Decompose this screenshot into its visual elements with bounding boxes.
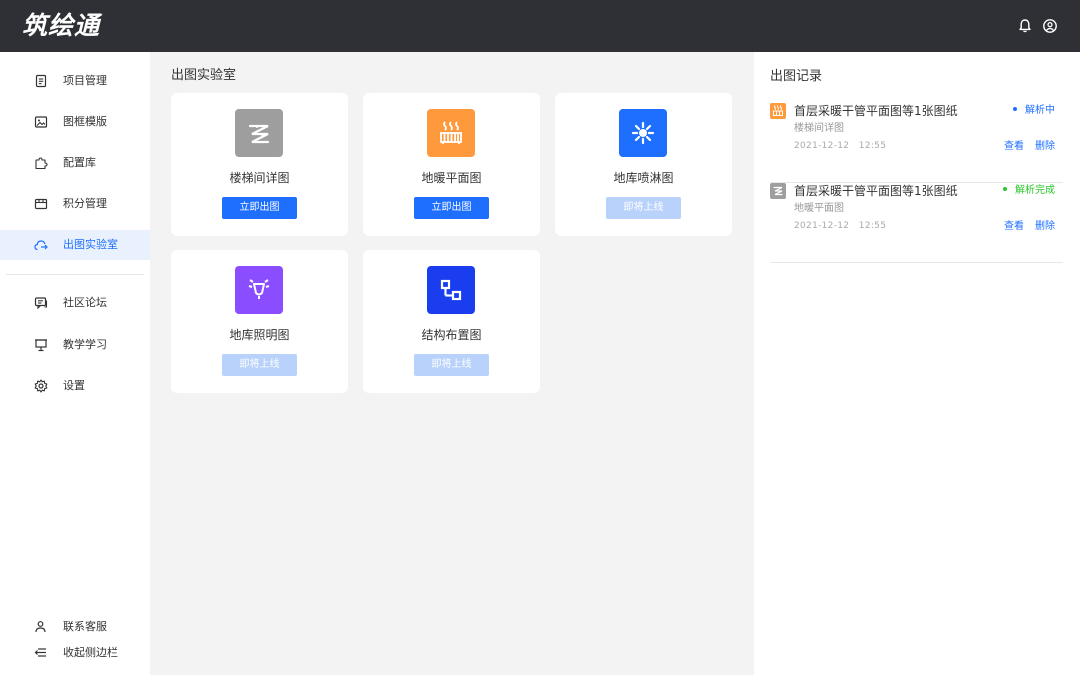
card-title: 地库喷淋图 — [613, 171, 674, 185]
person-icon — [34, 620, 47, 633]
sidebar: 项目管理 图框模版 配置库 积分管理 出图实验室 社区论坛 教学学习 设置 联系… — [0, 52, 150, 675]
sidebar-item-export-lab[interactable]: 出图实验室 — [0, 230, 150, 260]
status-dot — [1013, 107, 1017, 111]
structure-icon — [427, 266, 475, 314]
record-subtitle: 地暖平面图 — [794, 203, 844, 214]
sidebar-item-support[interactable]: 联系客服 — [0, 617, 150, 637]
document-list-icon — [34, 74, 48, 88]
frame-icon — [34, 115, 48, 129]
floor-heating-icon — [770, 103, 786, 119]
sidebar-item-learning[interactable]: 教学学习 — [0, 330, 150, 360]
stairs-icon — [235, 109, 283, 157]
sidebar-collapse-button[interactable]: 收起侧边栏 — [0, 643, 150, 663]
delete-link[interactable]: 删除 — [1035, 221, 1055, 232]
card-title: 结构布置图 — [421, 328, 482, 342]
puzzle-icon — [34, 156, 48, 170]
page-title: 出图实验室 — [171, 68, 237, 83]
collapse-icon — [34, 646, 47, 659]
sidebar-item-frame-templates[interactable]: 图框模版 — [0, 107, 150, 137]
gear-icon — [34, 379, 48, 393]
top-bar: 筑绘通 — [0, 0, 1080, 52]
view-link[interactable]: 查看 — [1004, 141, 1024, 152]
user-circle-icon[interactable] — [1042, 18, 1058, 34]
sidebar-item-forum[interactable]: 社区论坛 — [0, 288, 150, 318]
generate-button[interactable]: 立即出图 — [222, 197, 297, 219]
record-time: 12:55 — [858, 141, 887, 151]
chat-icon — [34, 296, 48, 310]
sprinkler-icon — [619, 109, 667, 157]
sidebar-item-config-library[interactable]: 配置库 — [0, 148, 150, 178]
record-actions: 查看 删除 — [1004, 140, 1055, 154]
record-subtitle: 楼梯间详图 — [794, 123, 844, 134]
status-badge: 解析中 — [1013, 104, 1055, 118]
record-time: 12:55 — [858, 221, 887, 231]
record-title: 首层采暖干管平面图等1张图纸 — [794, 104, 958, 118]
card-title: 地库照明图 — [229, 328, 290, 342]
sidebar-item-label: 收起侧边栏 — [63, 646, 118, 659]
card-structure-layout: 结构布置图 即将上线 — [363, 250, 540, 393]
coming-soon-button: 即将上线 — [414, 354, 489, 376]
record-timestamp: 2021-12-12 12:55 — [794, 139, 886, 153]
sidebar-item-label: 联系客服 — [63, 620, 107, 633]
sidebar-item-label: 积分管理 — [63, 197, 107, 210]
bell-icon[interactable] — [1017, 18, 1033, 34]
sidebar-divider — [6, 274, 144, 275]
card-title: 楼梯间详图 — [229, 171, 290, 185]
stairs-icon — [770, 183, 786, 199]
status-dot — [1003, 187, 1007, 191]
record-date: 2021-12-12 — [794, 221, 850, 231]
export-icon — [34, 238, 48, 252]
lighting-icon — [235, 266, 283, 314]
coming-soon-button: 即将上线 — [222, 354, 297, 376]
record-title: 首层采暖干管平面图等1张图纸 — [794, 184, 958, 198]
sidebar-item-label: 设置 — [63, 379, 85, 392]
sidebar-item-label: 图框模版 — [63, 115, 107, 128]
record-timestamp: 2021-12-12 12:55 — [794, 219, 886, 233]
records-title: 出图记录 — [770, 69, 823, 84]
sidebar-item-projects[interactable]: 项目管理 — [0, 66, 150, 96]
main-content: 出图实验室 楼梯间详图 立即出图 地暖平面图 立即出图 地库喷淋图 即将上线 地… — [150, 52, 754, 675]
sidebar-item-label: 配置库 — [63, 156, 96, 169]
status-text: 解析中 — [1025, 105, 1055, 116]
sidebar-item-label: 教学学习 — [63, 338, 107, 351]
status-badge: 解析完成 — [1003, 184, 1055, 198]
view-link[interactable]: 查看 — [1004, 221, 1024, 232]
card-garage-lighting: 地库照明图 即将上线 — [171, 250, 348, 393]
card-floor-heating: 地暖平面图 立即出图 — [363, 93, 540, 236]
card-garage-sprinkler: 地库喷淋图 即将上线 — [555, 93, 732, 236]
records-panel: 出图记录 首层采暖干管平面图等1张图纸 楼梯间详图 2021-12-12 12:… — [754, 52, 1080, 675]
points-icon — [34, 197, 48, 211]
record-actions: 查看 删除 — [1004, 220, 1055, 234]
delete-link[interactable]: 删除 — [1035, 141, 1055, 152]
card-title: 地暖平面图 — [421, 171, 482, 185]
sidebar-item-label: 社区论坛 — [63, 296, 107, 309]
sidebar-item-label: 出图实验室 — [63, 238, 118, 251]
presentation-icon — [34, 338, 48, 352]
app-logo[interactable]: 筑绘通 — [22, 9, 100, 43]
record-date: 2021-12-12 — [794, 141, 850, 151]
generate-button[interactable]: 立即出图 — [414, 197, 489, 219]
floor-heating-icon — [427, 109, 475, 157]
card-stair-detail: 楼梯间详图 立即出图 — [171, 93, 348, 236]
record-item: 首层采暖干管平面图等1张图纸 地暖平面图 2021-12-12 12:55 解析… — [770, 183, 1063, 263]
sidebar-item-settings[interactable]: 设置 — [0, 371, 150, 401]
record-item: 首层采暖干管平面图等1张图纸 楼梯间详图 2021-12-12 12:55 解析… — [770, 103, 1063, 183]
status-text: 解析完成 — [1015, 185, 1055, 196]
coming-soon-button: 即将上线 — [606, 197, 681, 219]
sidebar-item-points[interactable]: 积分管理 — [0, 189, 150, 219]
sidebar-item-label: 项目管理 — [63, 74, 107, 87]
